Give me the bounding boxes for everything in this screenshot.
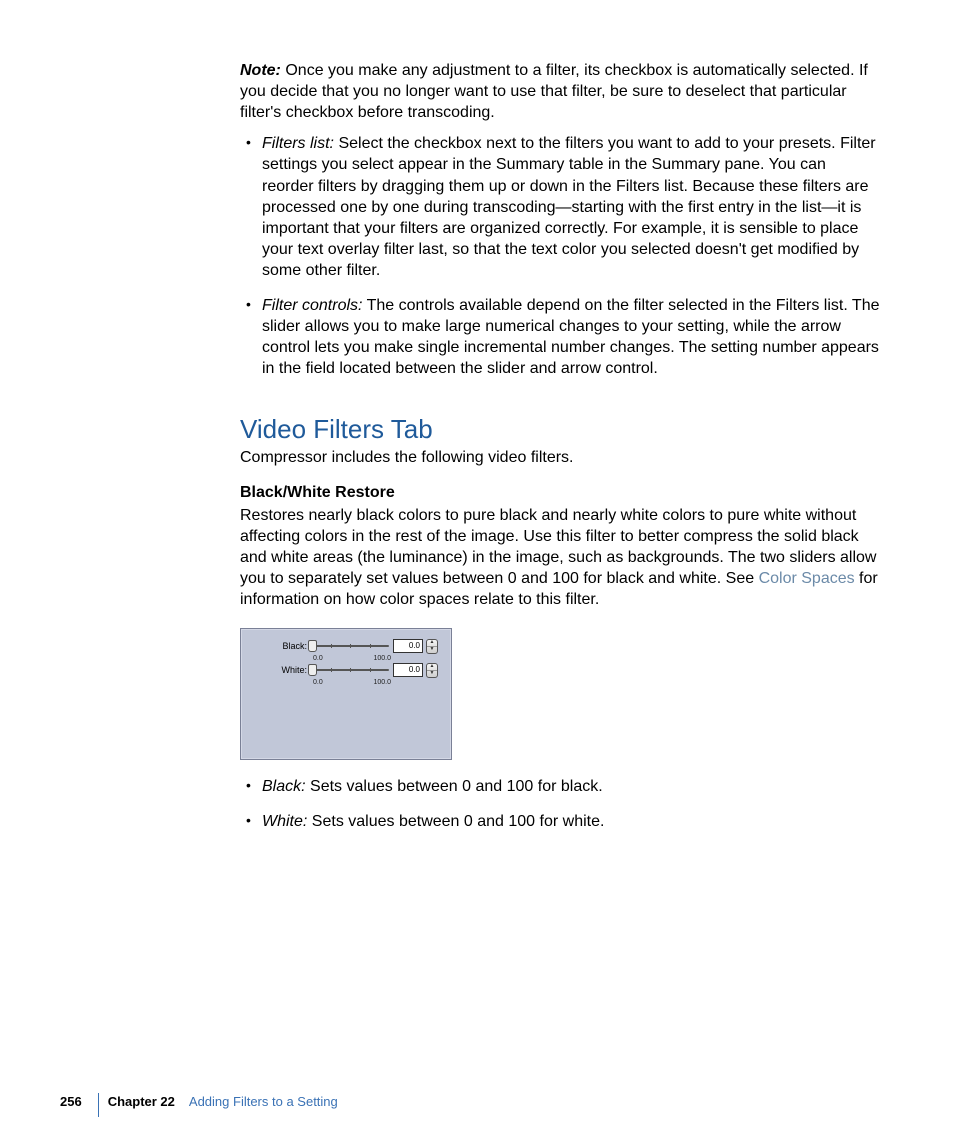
white-value-field[interactable]: 0.0 xyxy=(393,663,423,677)
black-white-restore-panel: Black: 0.0 ▲ ▼ 0.0 xyxy=(240,628,452,760)
color-spaces-link[interactable]: Color Spaces xyxy=(759,570,855,587)
list-item: Black: Sets values between 0 and 100 for… xyxy=(240,776,880,797)
white-slider[interactable] xyxy=(311,665,389,675)
list-item: White: Sets values between 0 and 100 for… xyxy=(240,811,880,832)
chevron-down-icon[interactable]: ▼ xyxy=(427,671,437,677)
term-filters-list-text: Select the checkbox next to the filters … xyxy=(262,135,876,279)
parameter-list: Black: Sets values between 0 and 100 for… xyxy=(240,776,880,832)
subsection-body: Restores nearly black colors to pure bla… xyxy=(240,505,880,611)
list-item: Filters list: Select the checkbox next t… xyxy=(240,133,880,281)
term-filter-controls: Filter controls: xyxy=(262,297,362,314)
section-intro: Compressor includes the following video … xyxy=(240,447,880,468)
white-label: White: xyxy=(251,665,311,675)
section-heading: Video Filters Tab xyxy=(240,414,880,445)
list-item: Filter controls: The controls available … xyxy=(240,295,880,379)
term-black: Black: xyxy=(262,778,306,795)
chapter-title: Adding Filters to a Setting xyxy=(189,1094,338,1109)
note-paragraph: Note: Once you make any adjustment to a … xyxy=(240,60,880,123)
filter-topic-list: Filters list: Select the checkbox next t… xyxy=(240,133,880,379)
black-stepper[interactable]: ▲ ▼ xyxy=(426,639,438,654)
black-label: Black: xyxy=(251,641,311,651)
page-footer: 256 Chapter 22 Adding Filters to a Setti… xyxy=(60,1094,338,1109)
white-stepper[interactable]: ▲ ▼ xyxy=(426,663,438,678)
note-label: Note: xyxy=(240,62,281,79)
term-white-text: Sets values between 0 and 100 for white. xyxy=(312,813,605,830)
chevron-down-icon[interactable]: ▼ xyxy=(427,647,437,653)
chapter-label: Chapter 22 xyxy=(108,1094,175,1109)
black-slider[interactable] xyxy=(311,641,389,651)
note-text: Once you make any adjustment to a filter… xyxy=(240,62,868,121)
term-black-text: Sets values between 0 and 100 for black. xyxy=(310,778,603,795)
black-value-field[interactable]: 0.0 xyxy=(393,639,423,653)
page-number: 256 xyxy=(60,1094,82,1109)
white-scale: 0.0 100.0 xyxy=(313,675,391,689)
subsection-heading: Black/White Restore xyxy=(240,482,880,503)
term-filters-list: Filters list: xyxy=(262,135,334,152)
filter-panel-screenshot: Black: 0.0 ▲ ▼ 0.0 xyxy=(240,628,880,760)
term-white: White: xyxy=(262,813,307,830)
